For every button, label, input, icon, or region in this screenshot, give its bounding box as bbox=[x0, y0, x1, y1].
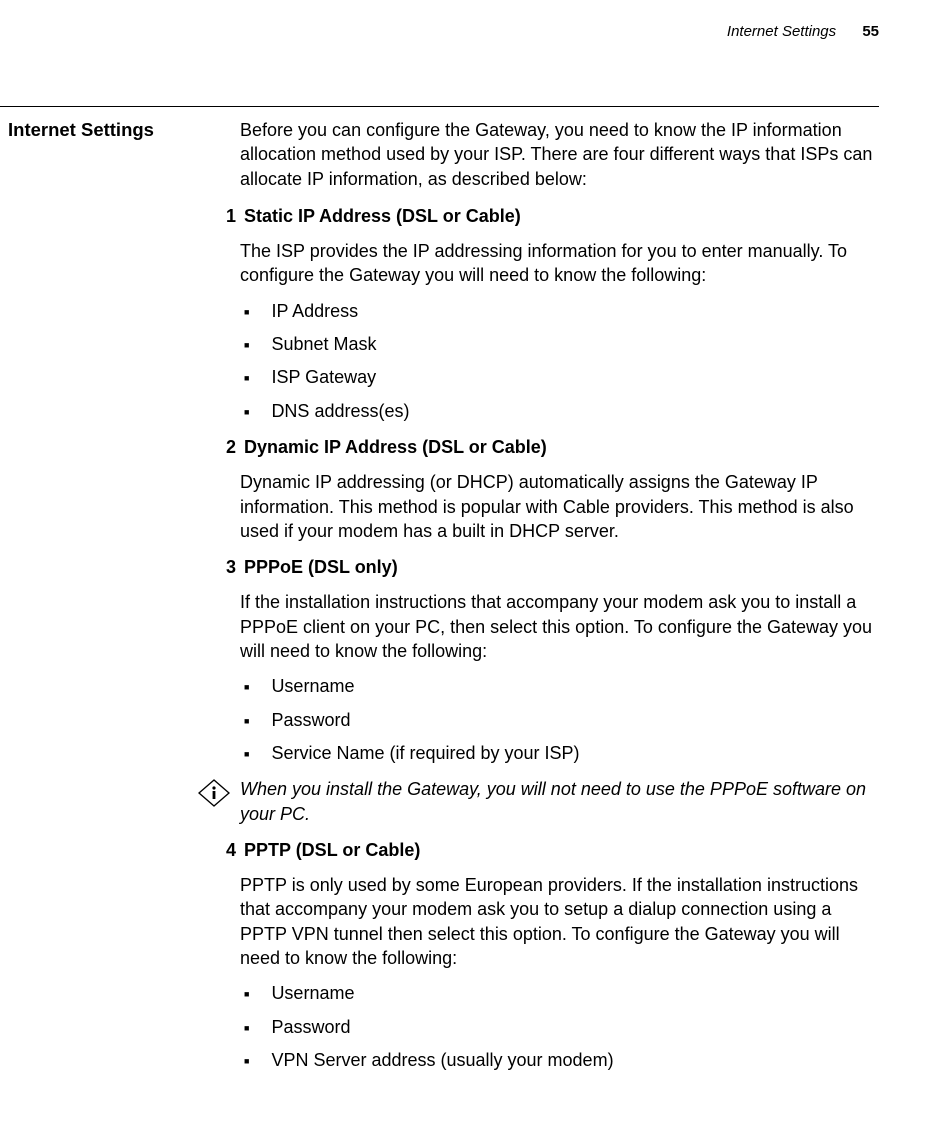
list-item: Password bbox=[240, 1015, 879, 1039]
numbered-item: 2 Dynamic IP Address (DSL or Cable) bbox=[240, 435, 879, 459]
item-paragraph: PPTP is only used by some European provi… bbox=[240, 873, 879, 970]
numbered-item: 4 PPTP (DSL or Cable) bbox=[240, 838, 879, 862]
header-title: Internet Settings bbox=[727, 23, 836, 40]
horizontal-rule bbox=[0, 106, 879, 107]
bullet-list: Username Password VPN Server address (us… bbox=[240, 981, 879, 1072]
list-item: VPN Server address (usually your modem) bbox=[240, 1048, 879, 1072]
item-paragraph: The ISP provides the IP addressing infor… bbox=[240, 239, 879, 288]
item-number: 4 bbox=[214, 838, 236, 862]
page-number: 55 bbox=[862, 23, 879, 40]
list-item: Password bbox=[240, 708, 879, 732]
numbered-item: 1 Static IP Address (DSL or Cable) bbox=[240, 204, 879, 228]
note-text: When you install the Gateway, you will n… bbox=[240, 777, 879, 826]
item-heading: Static IP Address (DSL or Cable) bbox=[244, 204, 521, 228]
list-item: Username bbox=[240, 981, 879, 1005]
item-number: 2 bbox=[214, 435, 236, 459]
list-item: DNS address(es) bbox=[240, 399, 879, 423]
item-heading: PPTP (DSL or Cable) bbox=[244, 838, 420, 862]
intro-paragraph: Before you can configure the Gateway, yo… bbox=[240, 118, 879, 191]
list-item: Service Name (if required by your ISP) bbox=[240, 741, 879, 765]
numbered-item: 3 PPPoE (DSL only) bbox=[240, 555, 879, 579]
section-title: Internet Settings bbox=[8, 118, 208, 143]
item-number: 3 bbox=[214, 555, 236, 579]
list-item: ISP Gateway bbox=[240, 365, 879, 389]
item-heading: PPPoE (DSL only) bbox=[244, 555, 398, 579]
item-number: 1 bbox=[214, 204, 236, 228]
bullet-list: Username Password Service Name (if requi… bbox=[240, 674, 879, 765]
item-heading: Dynamic IP Address (DSL or Cable) bbox=[244, 435, 547, 459]
list-item: Subnet Mask bbox=[240, 332, 879, 356]
info-icon bbox=[198, 779, 230, 813]
list-item: IP Address bbox=[240, 299, 879, 323]
page-header: Internet Settings 55 bbox=[0, 0, 937, 42]
bullet-list: IP Address Subnet Mask ISP Gateway DNS a… bbox=[240, 299, 879, 423]
body-column: Before you can configure the Gateway, yo… bbox=[240, 118, 879, 1072]
item-paragraph: If the installation instructions that ac… bbox=[240, 590, 879, 663]
content-area: Internet Settings Before you can configu… bbox=[0, 118, 879, 1083]
info-note: When you install the Gateway, you will n… bbox=[198, 777, 879, 826]
item-paragraph: Dynamic IP addressing (or DHCP) automati… bbox=[240, 470, 879, 543]
list-item: Username bbox=[240, 674, 879, 698]
